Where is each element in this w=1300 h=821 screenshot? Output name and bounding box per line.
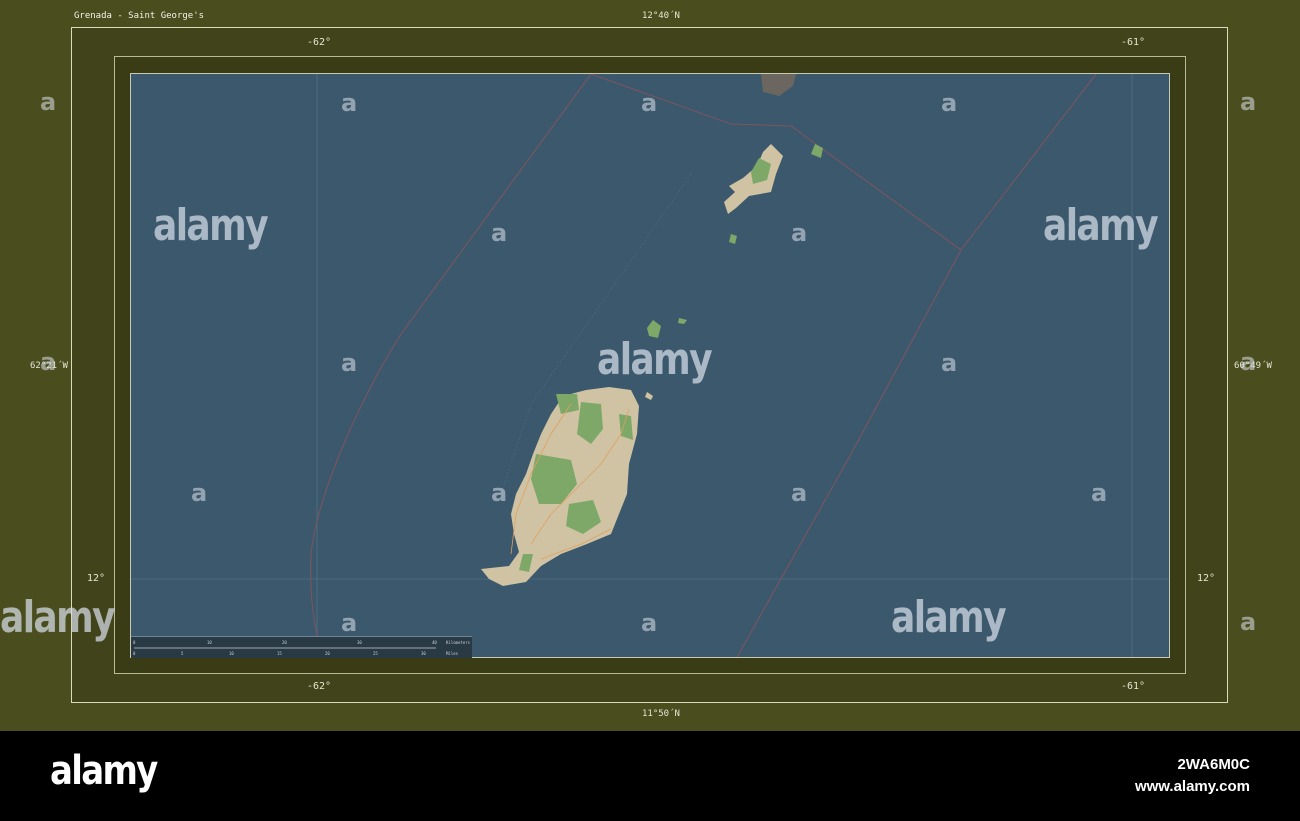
watermark-logo: alamy <box>0 592 116 643</box>
islet <box>678 318 687 324</box>
watermark-letter: a <box>791 219 808 247</box>
watermark-letter: a <box>941 89 958 117</box>
scale-mi-tick: 20 <box>325 651 330 656</box>
watermark-letter: a <box>1240 608 1257 636</box>
watermark-letter: a <box>1240 348 1257 376</box>
watermark-letter: a <box>341 349 358 377</box>
watermark-letter: a <box>341 609 358 637</box>
island-petite-martinique <box>811 144 823 158</box>
coord-bottom: 11°50´N <box>642 709 680 719</box>
scale-bar: 0 10 20 30 40 Kilometers 0 5 10 15 20 25… <box>131 636 472 658</box>
lon-label-top-right: -61° <box>1121 37 1146 48</box>
watermark-letter: a <box>641 609 658 637</box>
watermark-logo: alamy <box>153 200 269 251</box>
lon-label-bottom-left: -62° <box>307 681 332 692</box>
watermark-letter: a <box>491 479 508 507</box>
lon-label-top-left: -62° <box>307 37 332 48</box>
scale-km-tick: 40 <box>432 640 437 645</box>
small-island <box>729 234 737 244</box>
lon-label-bottom-right: -61° <box>1121 681 1146 692</box>
scale-mi-unit: Miles <box>446 651 459 656</box>
coord-top: 12°40´N <box>642 11 680 21</box>
scale-mi-tick: 10 <box>229 651 234 656</box>
watermark-letter: a <box>791 479 808 507</box>
map-title: Grenada - Saint George's <box>74 11 205 21</box>
watermark-letter: a <box>491 219 508 247</box>
image-id: 2WA6M0C <box>1177 756 1250 773</box>
watermark-logo: alamy <box>597 334 713 385</box>
lat-label-left: 12° <box>87 573 106 584</box>
watermark-letter: a <box>341 89 358 117</box>
watermark-letter: a <box>40 88 57 116</box>
watermark-letter: a <box>191 479 208 507</box>
scale-mi-tick: 25 <box>373 651 378 656</box>
footer-bar <box>0 731 1300 821</box>
footer-logo[interactable]: alamy <box>50 748 158 794</box>
scale-km-tick: 20 <box>282 640 287 645</box>
lat-label-right: 12° <box>1197 573 1216 584</box>
scale-mi-tick: 0 <box>133 651 136 656</box>
scale-km-tick: 30 <box>357 640 362 645</box>
islet <box>645 392 653 400</box>
scale-bar-svg: 0 10 20 30 40 Kilometers 0 5 10 15 20 25… <box>133 640 471 656</box>
watermark-letter: a <box>1240 88 1257 116</box>
scale-mi-tick: 5 <box>181 651 184 656</box>
watermark-logo: alamy <box>1043 200 1159 251</box>
watermark-letter: a <box>40 348 57 376</box>
scale-mi-tick: 15 <box>277 651 282 656</box>
scale-km-tick: 10 <box>207 640 212 645</box>
neighbor-island-shape <box>761 74 796 96</box>
maritime-boundary-line <box>590 74 1097 251</box>
scale-mi-tick: 30 <box>421 651 426 656</box>
watermark-letter: a <box>641 89 658 117</box>
watermark-letter: a <box>1091 479 1108 507</box>
map-canvas[interactable]: a a a a a a a a a a a a a alamy alamy al… <box>130 73 1170 658</box>
scale-km-tick: 0 <box>133 640 136 645</box>
footer-url[interactable]: www.alamy.com <box>1135 778 1250 795</box>
scale-km-unit: Kilometers <box>446 640 471 645</box>
watermark-letter: a <box>941 349 958 377</box>
watermark-logo: alamy <box>891 592 1007 643</box>
